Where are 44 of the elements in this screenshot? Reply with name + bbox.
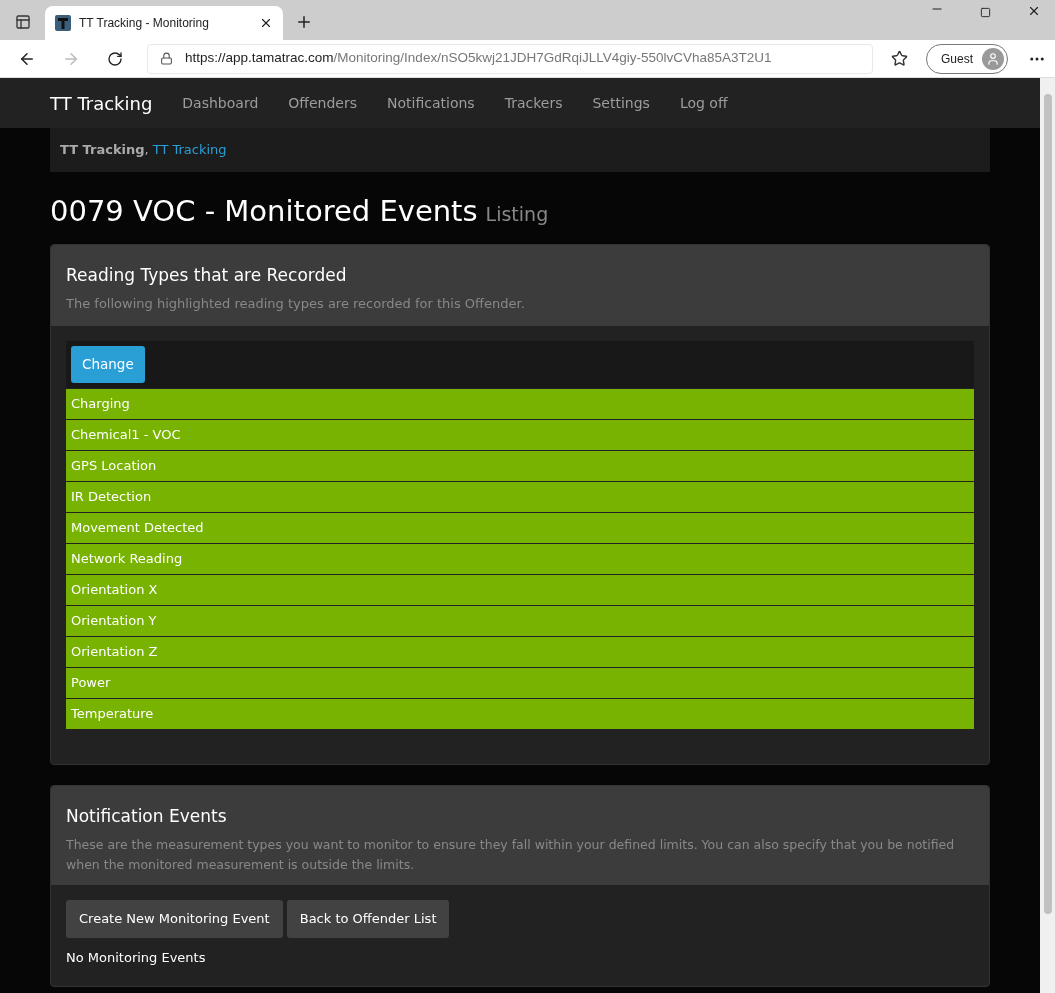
brand-link[interactable]: TT Tracking	[50, 89, 153, 117]
new-tab-icon[interactable]	[295, 13, 313, 31]
reading-type-row: Orientation Z	[66, 635, 974, 667]
panel-title: Notification Events	[66, 804, 228, 828]
maximize-icon[interactable]	[980, 7, 991, 18]
panel-description: These are the measurement types you want to monitor to ensure they fall within your defined limits. You can also specify that you be notified when the monitored measurement is outside the limits.	[66, 836, 956, 874]
reading-type-row: Orientation Y	[66, 604, 974, 636]
close-icon[interactable]	[1027, 4, 1041, 18]
tab-actions-icon[interactable]	[15, 14, 31, 30]
action-button[interactable]: Create New Monitoring Event	[66, 900, 283, 938]
page-title: 0079 VOC - Monitored Events	[50, 193, 478, 230]
scrollbar[interactable]	[1040, 78, 1055, 993]
panel-description: The following highlighted reading types are recorded for this Offender.	[66, 295, 526, 313]
nav-link[interactable]: Offenders	[273, 92, 372, 114]
favorites-icon[interactable]	[891, 50, 908, 67]
browser-tab[interactable]: TT Tracking - Monitoring	[45, 6, 283, 40]
action-button[interactable]: Back to Offender List	[286, 900, 450, 938]
lock-icon	[160, 52, 173, 65]
reload-icon[interactable]	[107, 50, 123, 67]
reading-type-row: Movement Detected	[66, 511, 974, 543]
breadcrumb-link[interactable]: TT Tracking	[152, 140, 227, 160]
breadcrumb: TT Tracking, TT Tracking	[50, 128, 990, 172]
reading-type-row: GPS Location	[66, 449, 974, 481]
favicon-icon	[55, 15, 71, 31]
avatar-icon	[982, 47, 1004, 70]
nav-link[interactable]: Trackers	[489, 92, 578, 114]
reading-type-row: Network Reading	[66, 542, 974, 574]
reading-type-row: Chemical1 - VOC	[66, 418, 974, 450]
empty-message: No Monitoring Events	[66, 949, 207, 967]
tab-title: TT Tracking - Monitoring	[79, 15, 210, 32]
nav-link[interactable]: Dashboard	[167, 92, 274, 114]
reading-type-row: IR Detection	[66, 480, 974, 512]
close-icon[interactable]	[259, 16, 273, 30]
reading-type-row: Charging	[66, 387, 974, 419]
page-subtitle: Listing	[485, 202, 549, 227]
reading-type-row: Temperature	[66, 697, 974, 729]
nav-link[interactable]: Log off	[664, 92, 743, 114]
nav-link[interactable]: Notifications	[372, 92, 490, 114]
url-text: https://app.tamatrac.com/Monitoring/Index/nSO5kwj21JDH7GdRqiJLLV4giy-550lvCVha85A3T2U1	[185, 49, 772, 68]
reading-type-row: Power	[66, 666, 974, 698]
nav-link[interactable]: Settings	[577, 92, 665, 114]
panel-title: Reading Types that are Recorded	[66, 263, 348, 287]
reading-type-row: Orientation X	[66, 573, 974, 605]
address-bar[interactable]: https://app.tamatrac.com/Monitoring/Index/nSO5kwj21JDH7GdRqiJLLV4giy-550lvCVha85A3T2U1	[147, 43, 873, 74]
